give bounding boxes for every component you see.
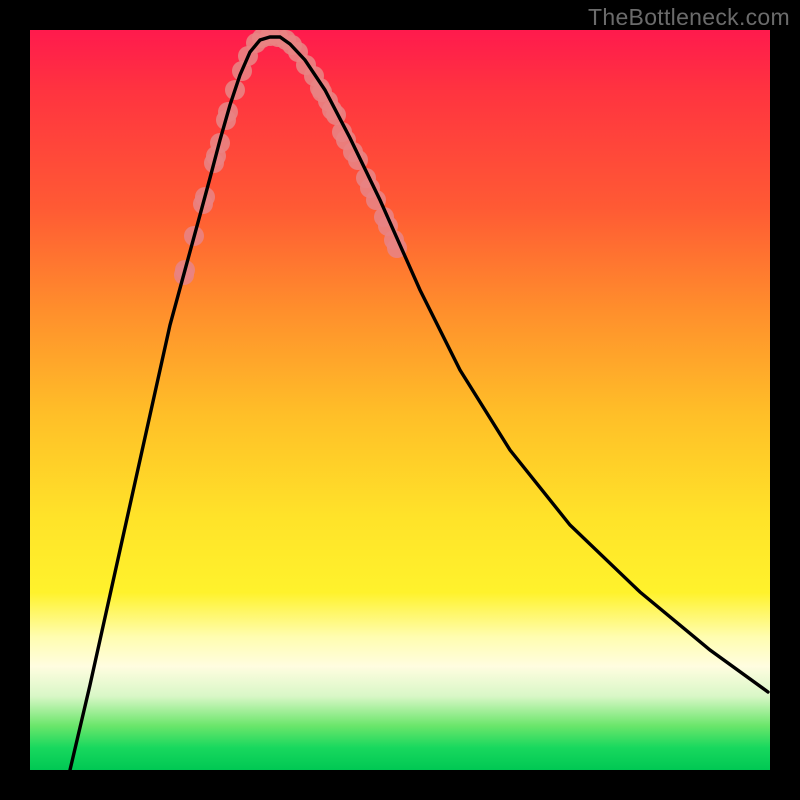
- bottleneck-curve: [70, 37, 768, 770]
- chart-svg: [30, 30, 770, 770]
- chart-plot-area: [30, 30, 770, 770]
- marker-group: [174, 30, 407, 285]
- watermark-text: TheBottleneck.com: [588, 4, 790, 31]
- chart-frame: TheBottleneck.com: [0, 0, 800, 800]
